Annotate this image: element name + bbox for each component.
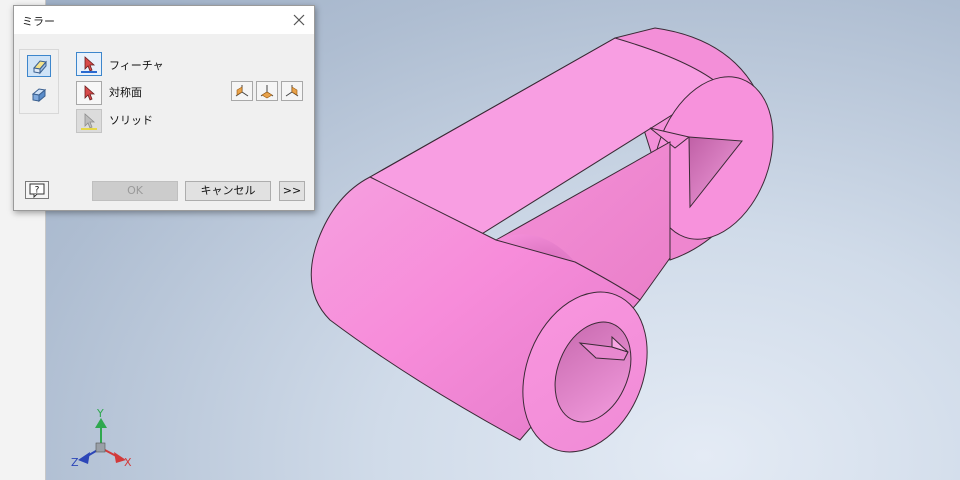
more-options-button[interactable]: >> bbox=[279, 181, 305, 201]
features-select-button[interactable] bbox=[76, 52, 102, 76]
mirror-solids-mode-button[interactable] bbox=[27, 84, 51, 106]
svg-text:?: ? bbox=[35, 186, 40, 196]
help-button[interactable]: ? bbox=[25, 181, 49, 199]
close-button[interactable] bbox=[290, 11, 308, 29]
select-arrow-icon bbox=[84, 113, 96, 129]
xz-plane-icon bbox=[260, 85, 274, 99]
dialog-titlebar[interactable]: ミラー bbox=[14, 6, 314, 34]
solids-select-button[interactable] bbox=[76, 109, 102, 133]
mirror-solids-icon bbox=[31, 88, 47, 103]
features-label: フィーチャ bbox=[109, 59, 164, 72]
y-axis-label: Y bbox=[97, 407, 104, 420]
mirror-plane-label: 対称面 bbox=[109, 86, 142, 99]
mirror-features-icon bbox=[33, 60, 47, 75]
app-window: Y X Z ミラー フィーチャ 対称面 ソリッド ? OK キャンセル >> bbox=[0, 0, 960, 480]
xy-plane-icon bbox=[285, 85, 299, 97]
help-icon: ? bbox=[29, 183, 45, 199]
ok-button[interactable]: OK bbox=[92, 181, 178, 201]
features-underline bbox=[81, 71, 97, 73]
select-arrow-icon bbox=[84, 56, 96, 72]
xz-plane-button[interactable] bbox=[256, 81, 278, 101]
yz-plane-icon bbox=[235, 85, 249, 97]
yz-plane-button[interactable] bbox=[231, 81, 253, 101]
mirror-mode-panel bbox=[19, 49, 59, 114]
z-axis-label: Z bbox=[71, 456, 79, 469]
mirror-dialog: ミラー フィーチャ 対称面 ソリッド ? OK キャンセル >> bbox=[13, 5, 315, 211]
solids-label: ソリッド bbox=[109, 114, 153, 127]
mirror-features-mode-button[interactable] bbox=[27, 55, 51, 77]
mirror-plane-select-button[interactable] bbox=[76, 81, 102, 105]
x-axis-label: X bbox=[124, 456, 132, 469]
dialog-title: ミラー bbox=[22, 15, 55, 28]
cancel-button[interactable]: キャンセル bbox=[185, 181, 271, 201]
view-triad[interactable]: Y X Z bbox=[66, 408, 136, 474]
close-icon bbox=[293, 14, 305, 26]
select-arrow-icon bbox=[84, 85, 96, 101]
xy-plane-button[interactable] bbox=[281, 81, 303, 101]
solids-underline bbox=[81, 128, 97, 130]
